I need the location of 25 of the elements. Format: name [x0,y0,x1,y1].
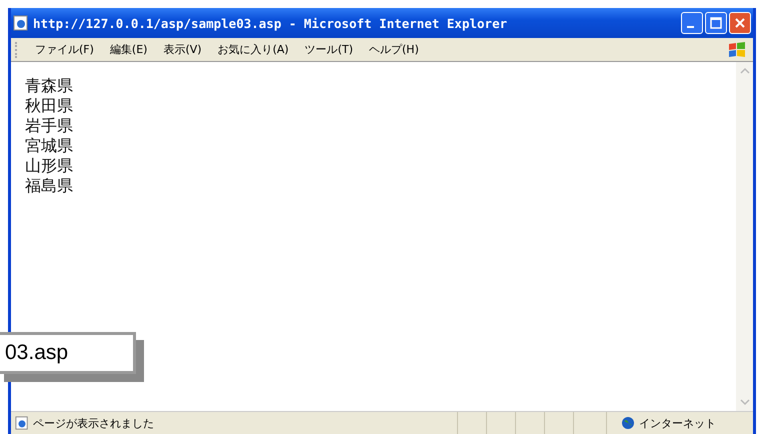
prefecture-text: 宮城県 [25,136,74,156]
menu-item[interactable]: 編集(E) [102,42,156,57]
prefecture-text: 山形県 [25,156,74,176]
zone-label: インターネット [639,416,716,430]
window-title: http://127.0.0.1/asp/sample03.asp - Microsoft Internet Explorer [33,16,508,30]
menu-item[interactable]: ファイル(F) [27,42,102,57]
menu-item[interactable]: 表示(V) [155,42,210,57]
page-icon [15,416,29,430]
maximize-button[interactable] [705,12,727,34]
menu-item[interactable]: お気に入り(A) [210,42,297,57]
menu-item[interactable]: ヘルプ(H) [361,42,427,57]
page-icon [13,15,29,31]
minimize-button[interactable] [681,12,703,34]
prefecture-text: 岩手県 [25,116,74,136]
close-icon [734,17,746,29]
close-button[interactable] [729,12,751,34]
prefecture-text: 青森県 [25,76,74,96]
windows-logo-icon [727,40,747,60]
status-message: ページが表示されました [33,416,155,430]
prefecture-text: 秋田県 [25,96,74,116]
prefecture-text: 福島県 [25,176,74,196]
maximize-icon [710,17,722,29]
globe-icon [621,416,635,430]
menu-item[interactable]: ツール(T) [296,42,361,57]
minimize-icon [687,26,694,28]
